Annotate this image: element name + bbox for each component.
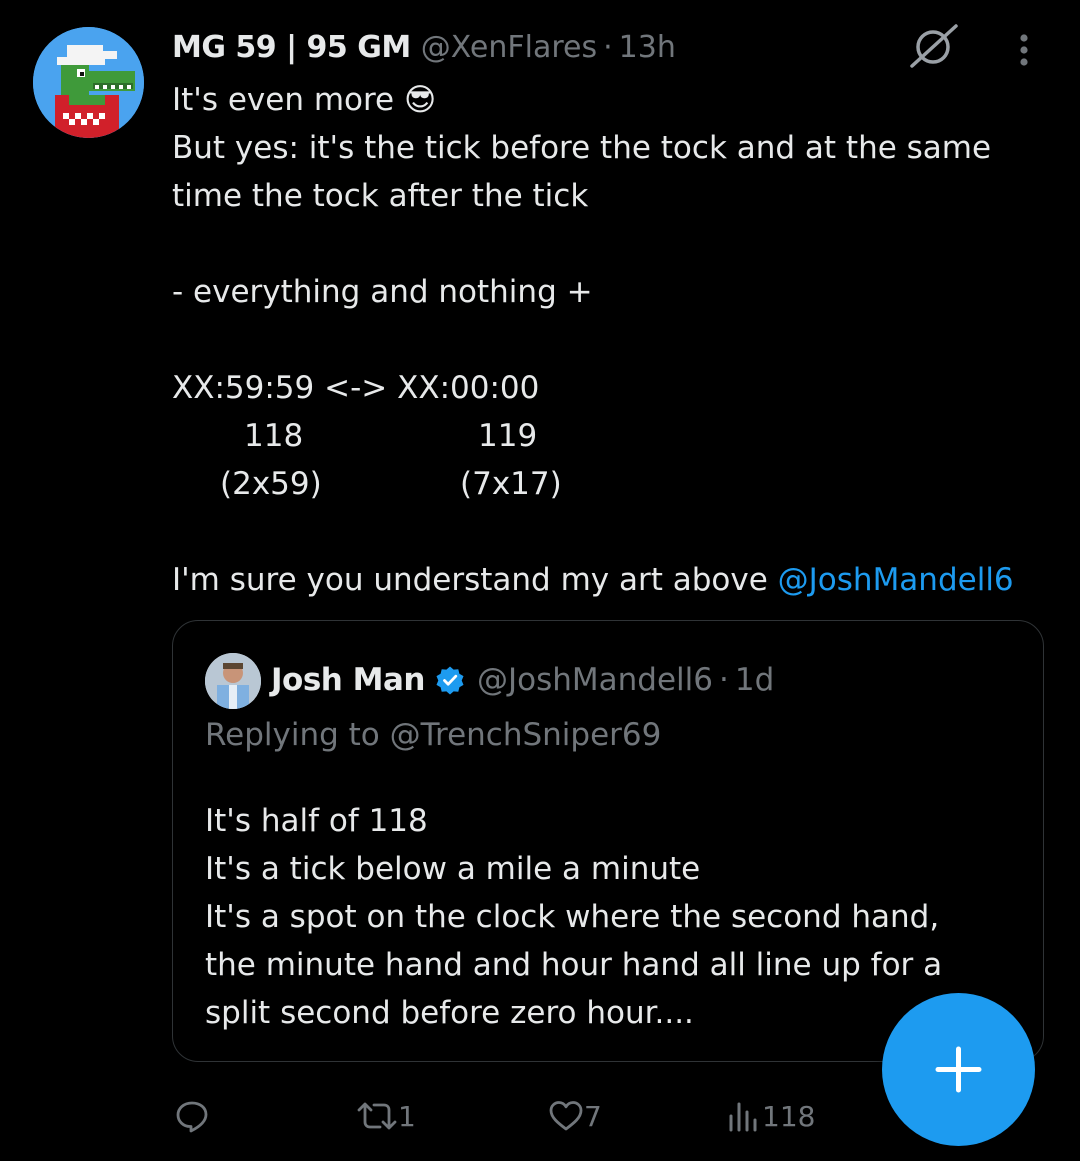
view-count: 118 xyxy=(762,1099,816,1133)
author-avatar[interactable] xyxy=(33,27,144,138)
quoted-line: It's half of 118 xyxy=(205,803,428,839)
views-chart-icon xyxy=(729,1102,757,1132)
repost-count: 1 xyxy=(398,1099,416,1133)
factor-7x17: (7x17) xyxy=(460,466,562,502)
tweet-line-8: 118 119 xyxy=(172,412,1052,460)
more-vertical-icon[interactable] xyxy=(1014,32,1034,72)
tweet-line-11-text: I'm sure you understand my art above xyxy=(172,562,778,598)
tweet-line-7: XX:59:59 <-> XX:00:00 xyxy=(172,370,540,406)
repost-icon xyxy=(357,1102,397,1130)
quoted-author-handle[interactable]: @JoshMandell6 xyxy=(477,662,713,698)
person-photo-image xyxy=(205,653,261,709)
reply-icon xyxy=(176,1101,208,1133)
views-button[interactable]: 118 xyxy=(726,1092,815,1140)
grok-icon[interactable] xyxy=(906,22,960,70)
quoted-line: the minute hand and hour hand all line u… xyxy=(205,947,943,983)
mention-link[interactable]: @JoshMandell6 xyxy=(778,562,1014,598)
factor-2x59: (2x59) xyxy=(220,466,322,502)
tweet-line-11: I'm sure you understand my art above @Jo… xyxy=(172,556,1052,604)
heart-icon xyxy=(549,1101,583,1131)
tweet-line-1: It's even more 😎 xyxy=(172,76,1052,124)
quoted-tweet-text: It's half of 118 It's a tick below a mil… xyxy=(205,797,1025,1037)
replying-to-label: Replying to @TrenchSniper69 xyxy=(205,717,662,753)
number-118: 118 xyxy=(244,418,304,454)
tweet-text: It's even more 😎 But yes: it's the tick … xyxy=(172,76,1052,604)
tweet-timestamp[interactable]: 13h xyxy=(619,30,676,65)
tweet-line-3: time the tock after the tick xyxy=(172,178,589,214)
author-display-name[interactable]: MG 59 | 95 GM xyxy=(172,30,411,65)
sunglasses-emoji: 😎 xyxy=(403,82,437,118)
tweet-line-9: (2x59) (7x17) xyxy=(172,460,1052,508)
quoted-line: It's a spot on the clock where the secon… xyxy=(205,899,940,935)
quoted-tweet-header: Josh Man @JoshMandell6 · 1d xyxy=(271,657,774,703)
tweet-line-5: - everything and nothing + xyxy=(172,274,593,310)
tweet-line-2: But yes: it's the tick before the tock a… xyxy=(172,130,992,166)
tweet-line-1-text: It's even more xyxy=(172,82,404,118)
tweet-header: MG 59 | 95 GM @XenFlares · 13h xyxy=(172,26,676,68)
repost-button[interactable]: 1 xyxy=(356,1092,416,1140)
quoted-line: It's a tick below a mile a minute xyxy=(205,851,701,887)
quoted-tweet-timestamp[interactable]: 1d xyxy=(735,662,774,698)
author-handle[interactable]: @XenFlares xyxy=(421,30,597,65)
like-count: 7 xyxy=(584,1099,602,1133)
compose-button[interactable] xyxy=(882,993,1035,1146)
crocodile-avatar-image xyxy=(33,27,144,138)
plus-icon xyxy=(935,1046,982,1093)
quoted-header-separator: · xyxy=(718,662,729,698)
verified-badge-icon xyxy=(436,666,464,695)
like-button[interactable]: 7 xyxy=(548,1092,602,1140)
quoted-author-avatar[interactable] xyxy=(205,653,261,709)
number-119: 119 xyxy=(478,418,538,454)
reply-button[interactable] xyxy=(174,1092,210,1140)
quoted-author-name[interactable]: Josh Man xyxy=(271,662,425,698)
header-separator: · xyxy=(603,29,613,65)
quoted-tweet-card[interactable]: Josh Man @JoshMandell6 · 1d Replying to … xyxy=(172,620,1044,1062)
